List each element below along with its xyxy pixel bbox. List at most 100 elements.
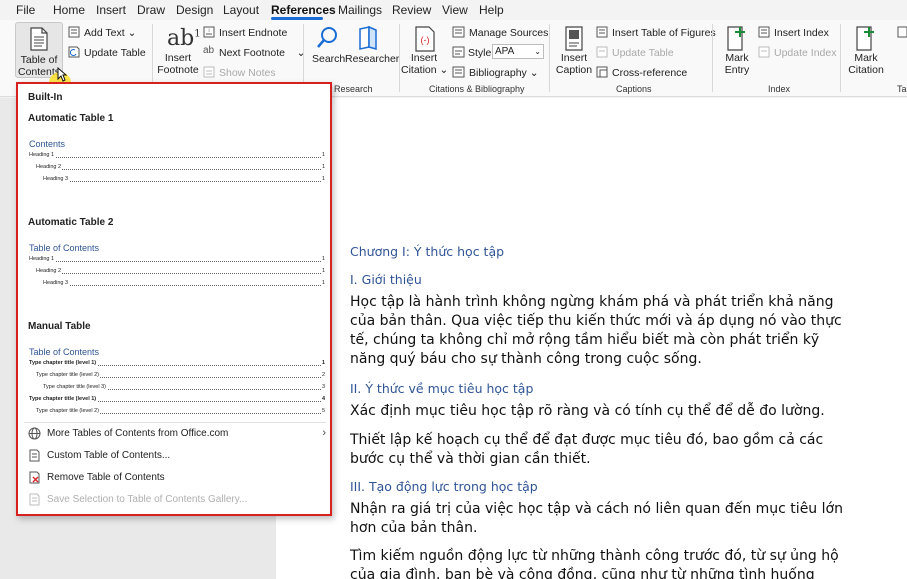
menu-mailings[interactable]: Mailings	[338, 3, 382, 17]
insert-caption-button[interactable]: Insert Caption	[551, 52, 597, 76]
menu-home[interactable]: Home	[53, 3, 85, 17]
table-of-figures-icon	[596, 26, 608, 38]
mark-entry-button[interactable]: Mark Entry	[714, 52, 760, 76]
researcher-button[interactable]: Researcher	[345, 53, 399, 65]
toc-preview-entry-text: Heading 3	[43, 176, 70, 182]
insert-index-button[interactable]: Insert Index	[774, 27, 829, 39]
show-notes-button[interactable]: Show Notes	[219, 67, 276, 79]
add-text-label: Add Text	[84, 27, 125, 39]
mark-entry-icon	[727, 26, 745, 51]
toc-preview-entry-page: 1	[321, 256, 325, 262]
update-index-icon	[758, 46, 770, 58]
insert-footnote-button[interactable]: Insert Footnote	[155, 52, 201, 76]
save-to-gallery-icon	[29, 493, 40, 506]
mark-citation-icon	[856, 26, 874, 51]
next-footnote-button[interactable]: Next Footnote ⌄	[219, 47, 305, 59]
insert-endnote-button[interactable]: Insert Endnote	[219, 27, 287, 39]
citations-group-label: Citations & Bibliography	[429, 84, 525, 94]
svg-text:(-): (-)	[421, 35, 430, 45]
more-tables-label: More Tables of Contents from Office.com	[47, 428, 229, 439]
insert-citation-line1: Insert	[410, 52, 438, 64]
toc-preview-entry-text: Type chapter title (level 2)	[36, 408, 100, 414]
group-separator	[712, 24, 713, 92]
menu-design[interactable]: Design	[176, 3, 213, 17]
doc-heading-1: I. Giới thiệu	[350, 272, 422, 287]
menu-insert[interactable]: Insert	[96, 3, 126, 17]
menu-help[interactable]: Help	[479, 3, 504, 17]
toc-preview-entry-text: Heading 1	[29, 256, 56, 262]
toc-preview-entry-page: 4	[321, 396, 325, 402]
manage-sources-button[interactable]: Manage Sources	[469, 27, 548, 39]
doc-paragraph-3: Thiết lập kế hoạch cụ thể để đạt được mụ…	[350, 432, 824, 467]
next-footnote-icon: ab	[203, 45, 215, 56]
toc-preview-entry-text: Heading 3	[43, 280, 70, 286]
cross-reference-button[interactable]: Cross-reference	[612, 67, 687, 79]
toc-preview-entry: Heading 1 1	[29, 152, 325, 159]
toc-preview-entry-page: 1	[321, 268, 325, 274]
add-text-icon	[68, 26, 80, 38]
show-notes-icon	[203, 66, 215, 78]
toc-preview-entry-page: 2	[321, 372, 325, 378]
toc-preview-entry-text: Type chapter title (level 1)	[29, 396, 98, 402]
toc-icon	[30, 27, 48, 51]
doc-paragraph-4: Nhận ra giá trị của việc học tập và cách…	[350, 501, 843, 536]
chevron-down-icon: ⌄	[296, 47, 306, 59]
toc-preview-entry-page: 1	[321, 360, 325, 366]
researcher-icon	[359, 25, 377, 50]
index-group-label: Index	[768, 84, 791, 94]
captions-group-label: Captions	[616, 84, 652, 94]
toc-preview-entry: Heading 3 1	[43, 176, 325, 183]
menu-draw[interactable]: Draw	[137, 3, 165, 17]
insert-table-of-authorities-icon	[897, 26, 907, 38]
mark-citation-button[interactable]: Mark Citation	[845, 52, 887, 76]
custom-toc-icon	[29, 449, 40, 462]
menu-layout[interactable]: Layout	[223, 3, 259, 17]
menu-references[interactable]: References	[271, 3, 336, 17]
mouse-pointer-icon	[57, 67, 67, 82]
automatic-table-2-option[interactable]: Automatic Table 2 Table of Contents Head…	[22, 212, 326, 312]
update-table-button[interactable]: Update Table	[84, 47, 146, 59]
toc-preview-entry: Heading 2 1	[36, 268, 325, 275]
search-button[interactable]: Search	[312, 53, 345, 65]
more-tables-of-contents-item[interactable]: More Tables of Contents from Office.com …	[28, 424, 326, 444]
custom-table-of-contents-item[interactable]: Custom Table of Contents...	[28, 446, 326, 466]
automatic-table-1-option[interactable]: Automatic Table 1 Contents Heading 1 1 He…	[22, 108, 326, 208]
toc-preview-entry-text: Type chapter title (level 2)	[36, 372, 100, 378]
manual-table-option[interactable]: Manual Table Table of Contents Type chap…	[22, 316, 326, 416]
menu-review[interactable]: Review	[392, 3, 431, 17]
update-index-button[interactable]: Update Index	[774, 47, 836, 59]
mark-citation-line1: Mark	[854, 52, 878, 64]
style-icon	[452, 46, 465, 58]
manual-table-name: Manual Table	[28, 321, 91, 332]
doc-paragraph-5: Tìm kiếm nguồn động lực từ những thành c…	[350, 548, 839, 579]
toc-preview-entry-page: 1	[321, 164, 325, 170]
bibliography-label: Bibliography	[469, 67, 527, 79]
menu-view[interactable]: View	[442, 3, 468, 17]
insert-caption-line2: Caption	[555, 64, 593, 76]
mark-entry-line1: Mark	[725, 52, 749, 64]
cross-reference-icon	[596, 66, 608, 78]
insert-table-of-figures-button[interactable]: Insert Table of Figures	[612, 27, 716, 39]
remove-table-of-contents-item[interactable]: Remove Table of Contents	[28, 468, 326, 488]
chevron-down-icon: ⌄	[529, 67, 539, 79]
insert-citation-button[interactable]: Insert Citation ⌄	[401, 52, 448, 76]
save-selection-to-gallery-item[interactable]: Save Selection to Table of Contents Gall…	[28, 490, 326, 510]
manual-table-preview-title: Table of Contents	[29, 347, 100, 357]
save-to-gallery-label: Save Selection to Table of Contents Gall…	[47, 494, 248, 505]
table-of-contents-button[interactable]: Table of Contents	[15, 22, 63, 78]
toc-preview-entry: Heading 1 1	[29, 256, 325, 263]
footnote-icon: ab1	[167, 26, 201, 51]
toc-preview-entry: Type chapter title (level 1) 4	[29, 396, 325, 403]
custom-toc-label: Custom Table of Contents...	[47, 450, 171, 461]
menu-file[interactable]: File	[16, 3, 35, 17]
style-select[interactable]: APA ⌄	[492, 44, 544, 59]
toc-preview-entry: Heading 3 1	[43, 280, 325, 287]
globe-icon	[28, 427, 41, 440]
update-table-captions-button[interactable]: Update Table	[612, 47, 674, 59]
toc-preview-entry-page: 1	[321, 152, 325, 158]
add-text-button[interactable]: Add Text ⌄	[84, 27, 136, 39]
style-select-value: APA	[495, 46, 515, 57]
bibliography-button[interactable]: Bibliography ⌄	[469, 67, 539, 79]
toc-preview-entry: Heading 2 1	[36, 164, 325, 171]
toc-label-line1: Table of	[20, 54, 58, 66]
